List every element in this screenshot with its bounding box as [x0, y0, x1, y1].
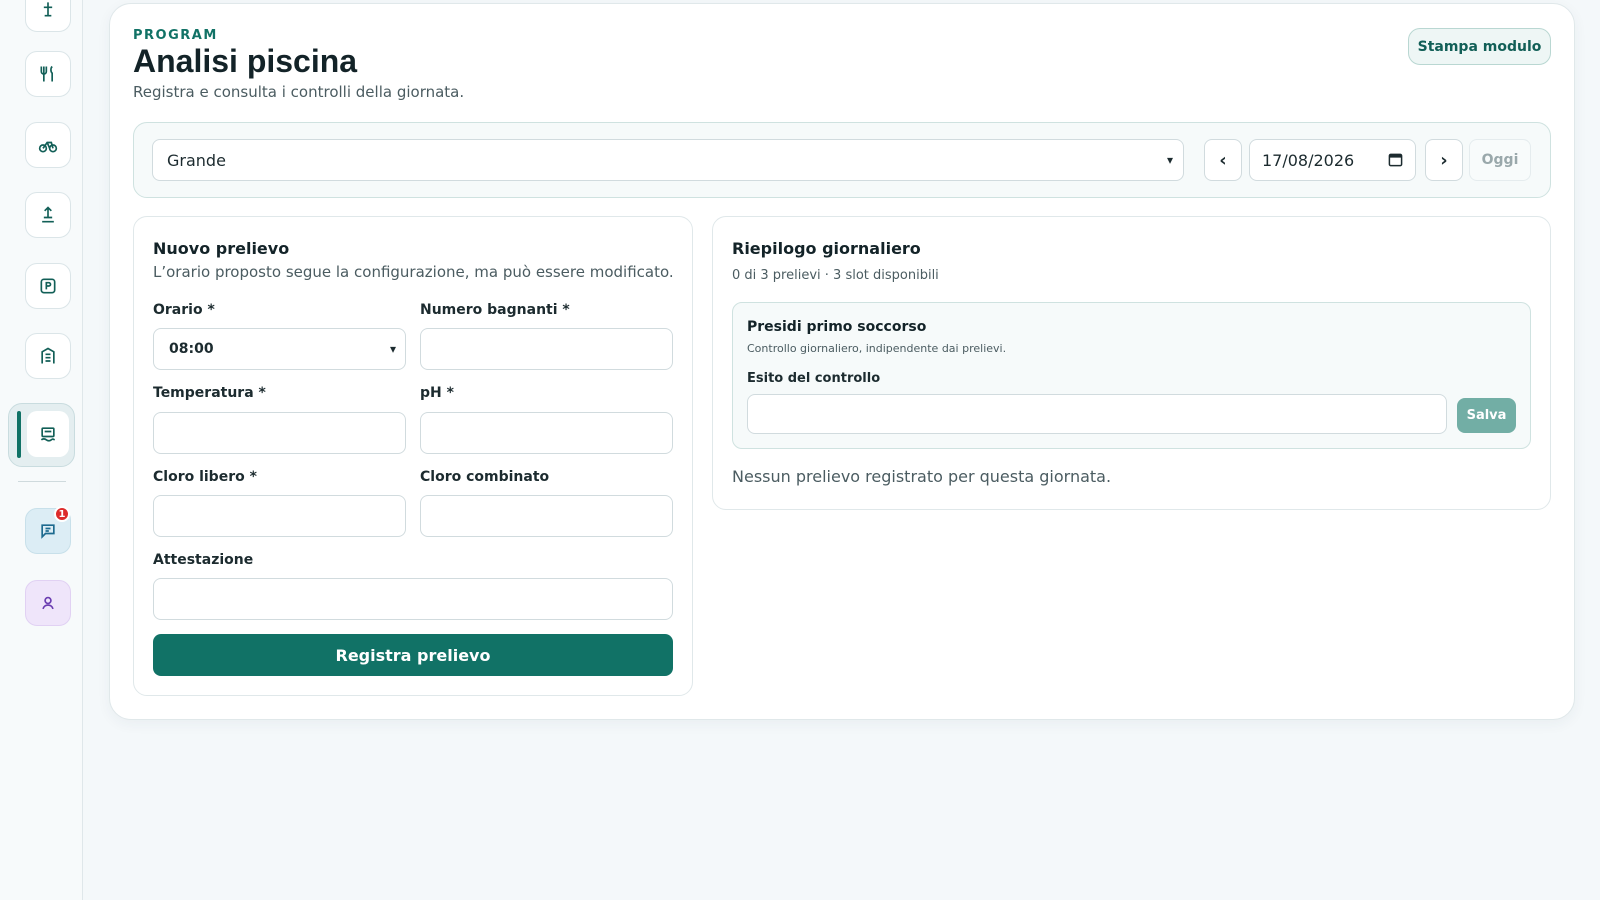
beach-icon[interactable]: [25, 192, 71, 238]
save-button[interactable]: Salva: [1457, 398, 1516, 433]
bike-icon[interactable]: [25, 122, 71, 168]
free-chlorine-input[interactable]: [153, 495, 406, 537]
time-select[interactable]: 08:00 ▾: [153, 328, 406, 370]
check-outcome-label: Esito del controllo: [747, 371, 881, 386]
form-description: L’orario proposto segue la configurazion…: [153, 263, 674, 281]
combined-chlorine-input[interactable]: [420, 495, 673, 537]
empty-samples-message: Nessun prelievo registrato per questa gi…: [732, 467, 1112, 486]
page-title: Analisi piscina: [133, 43, 358, 79]
pool-icon[interactable]: [27, 411, 69, 457]
check-outcome-input[interactable]: [747, 394, 1447, 434]
attestation-label: Attestazione: [153, 552, 254, 568]
bathers-label: Numero bagnanti *: [420, 302, 570, 318]
today-button[interactable]: Oggi: [1469, 139, 1531, 181]
pool-select-value: Grande: [167, 150, 226, 170]
sidebar-divider: [18, 481, 66, 482]
temperature-label: Temperatura *: [153, 385, 266, 401]
chevron-down-icon: ▾: [1166, 153, 1173, 167]
page-kicker: PROGRAM: [133, 28, 218, 43]
print-button[interactable]: Stampa modulo: [1408, 28, 1551, 65]
page-subtitle: Registra e consulta i controlli della gi…: [133, 83, 465, 101]
date-value: 17/08/2026: [1262, 150, 1355, 170]
user-icon[interactable]: [25, 580, 71, 626]
new-sample-card: [133, 216, 693, 696]
first-aid-description: Controllo giornaliero, indipendente dai …: [747, 342, 1007, 355]
combined-chlorine-label: Cloro combinato: [420, 469, 550, 485]
time-label: Orario *: [153, 302, 215, 318]
attestation-input[interactable]: [153, 578, 673, 620]
free-chlorine-label: Cloro libero *: [153, 469, 257, 485]
lifeguard-icon[interactable]: [25, 0, 71, 32]
form-title: Nuovo prelievo: [153, 239, 290, 258]
prev-day-button[interactable]: ‹: [1204, 139, 1242, 181]
sidebar: 1: [0, 0, 83, 900]
temperature-input[interactable]: [153, 412, 406, 454]
chevron-down-icon: ▾: [389, 342, 396, 356]
pool-select[interactable]: Grande ▾: [152, 139, 1184, 181]
notification-badge: 1: [54, 506, 70, 522]
date-input[interactable]: 17/08/2026: [1249, 139, 1416, 181]
summary-title: Riepilogo giornaliero: [732, 239, 921, 258]
bathers-input[interactable]: [420, 328, 673, 370]
register-sample-button[interactable]: Registra prelievo: [153, 634, 673, 676]
summary-subtitle: 0 di 3 prelievi · 3 slot disponibili: [732, 268, 939, 283]
ph-input[interactable]: [420, 412, 673, 454]
parking-icon[interactable]: [25, 263, 71, 309]
restaurant-icon[interactable]: [25, 51, 71, 97]
time-value: 08:00: [169, 341, 214, 357]
calendar-icon[interactable]: [1388, 152, 1403, 167]
building-icon[interactable]: [25, 333, 71, 379]
active-indicator: [17, 411, 21, 458]
ph-label: pH *: [420, 385, 454, 401]
first-aid-title: Presidi primo soccorso: [747, 319, 927, 335]
next-day-button[interactable]: ›: [1425, 139, 1463, 181]
